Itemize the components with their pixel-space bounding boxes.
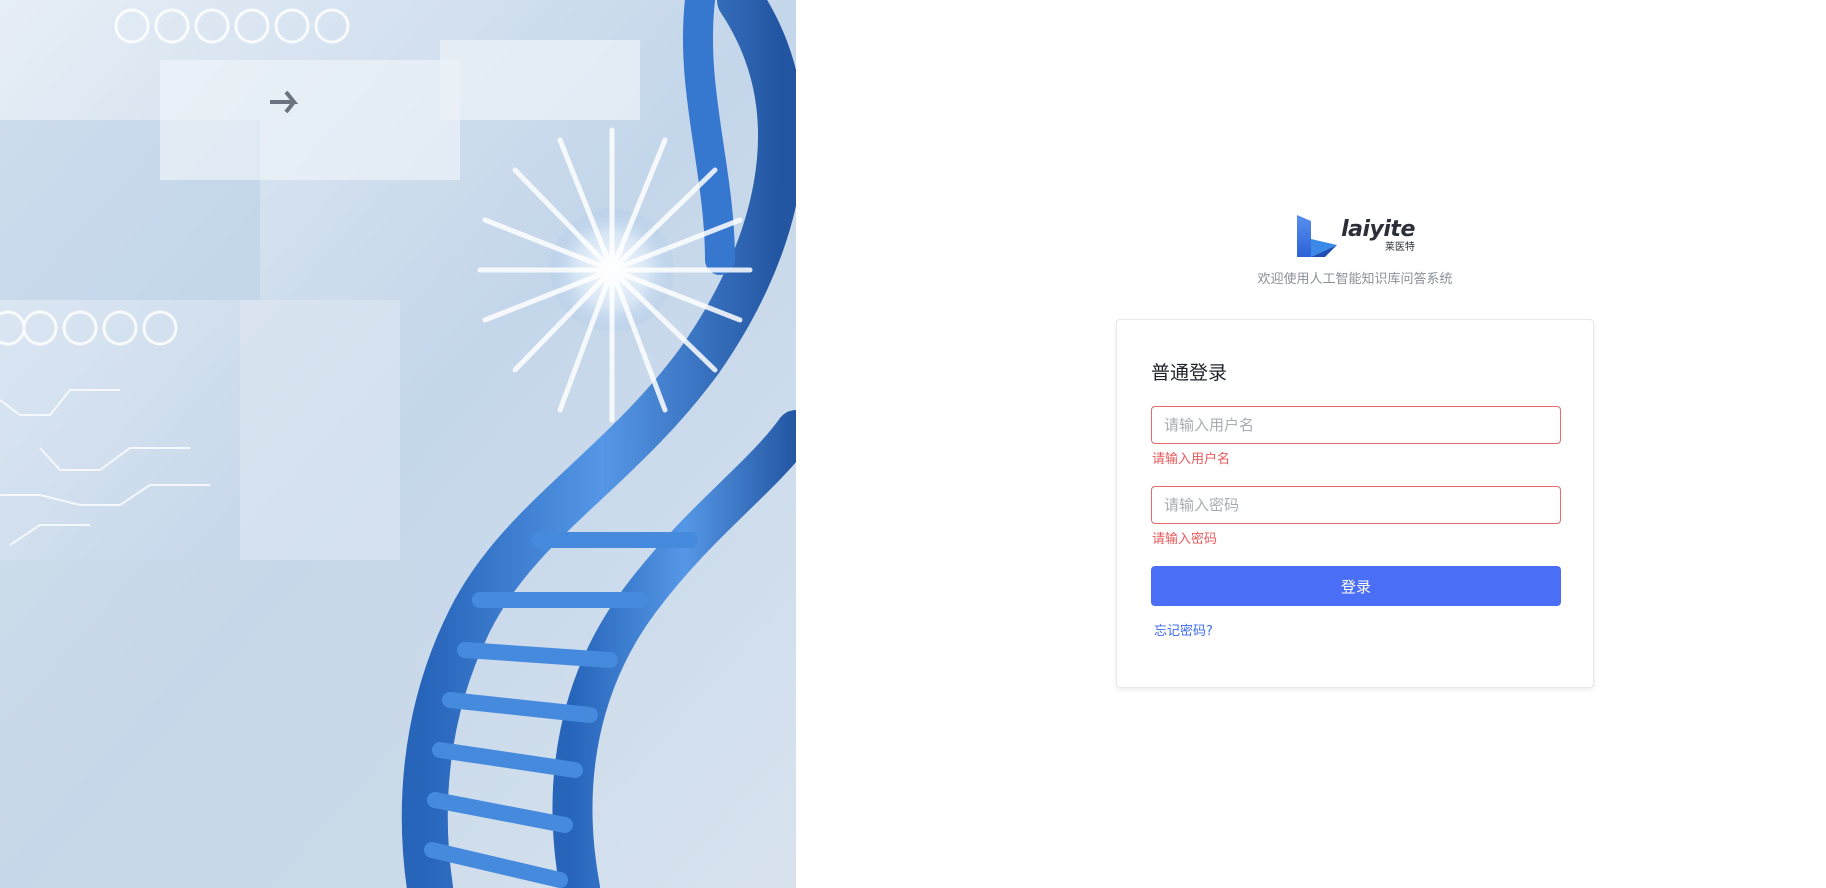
logo-subtitle: 莱医特 bbox=[1384, 242, 1415, 253]
login-button[interactable]: 登录 bbox=[1151, 566, 1561, 606]
login-title: 普通登录 bbox=[1151, 362, 1228, 384]
username-error: 请输入用户名 bbox=[1152, 452, 1231, 467]
username-field[interactable] bbox=[1151, 406, 1561, 444]
logo-mark-icon bbox=[1297, 215, 1338, 257]
login-card: 普通登录 请输入用户名 请输入密码 登录 忘记密码? bbox=[1116, 319, 1594, 688]
login-page: laiyite 莱医特 欢迎使用人工智能知识库问答系统 普通登录 请输入用户名 … bbox=[0, 0, 1826, 888]
hero-image bbox=[0, 0, 796, 888]
username-input[interactable] bbox=[1152, 407, 1560, 443]
logo: laiyite 莱医特 bbox=[1230, 212, 1480, 260]
password-field[interactable] bbox=[1151, 486, 1561, 524]
dna-illustration bbox=[0, 0, 796, 888]
password-error: 请输入密码 bbox=[1152, 532, 1218, 547]
password-input[interactable] bbox=[1152, 487, 1560, 523]
welcome-text: 欢迎使用人工智能知识库问答系统 bbox=[1257, 272, 1453, 287]
brand-header: laiyite 莱医特 欢迎使用人工智能知识库问答系统 bbox=[1230, 212, 1480, 287]
forgot-password-link[interactable]: 忘记密码? bbox=[1154, 620, 1213, 639]
logo-wordmark: laiyite bbox=[1341, 217, 1415, 242]
